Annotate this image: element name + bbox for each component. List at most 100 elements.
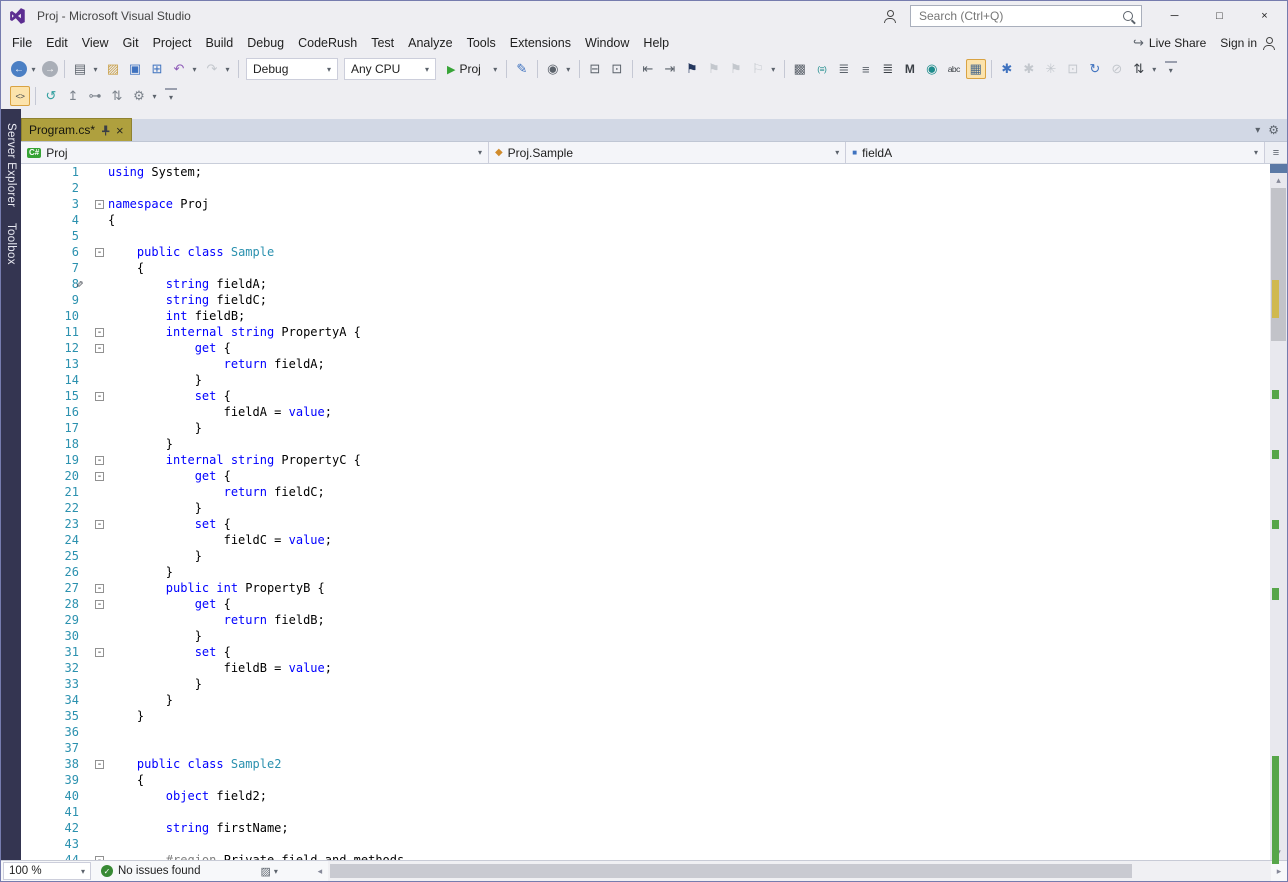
fold-margin[interactable]: - (91, 516, 108, 532)
code-text[interactable]: return fieldA; (108, 356, 1270, 372)
line-number[interactable]: 21 (21, 484, 79, 500)
code-line[interactable]: 20 - get { (21, 468, 1270, 484)
outline-view-icon[interactable]: ≣ (878, 59, 898, 79)
scroll-up-icon[interactable]: ▴ (1270, 173, 1287, 188)
collapse-region-icon[interactable]: - (95, 247, 104, 257)
code-line[interactable]: 1 using System; (21, 164, 1270, 180)
line-number[interactable]: 3 (21, 196, 79, 212)
line-number[interactable]: 12 (21, 340, 79, 356)
code-text[interactable]: fieldA = value; (108, 404, 1270, 420)
side-tab-toolbox[interactable]: Toolbox (5, 215, 17, 273)
collapse-region-icon[interactable]: - (95, 199, 104, 209)
code-markers-icon[interactable]: ▩ (790, 59, 810, 79)
open-file-icon[interactable]: ▨ (103, 59, 123, 79)
fold-margin[interactable] (91, 436, 108, 452)
fold-margin[interactable]: - (91, 756, 108, 772)
code-line[interactable]: 17 } (21, 420, 1270, 436)
line-number[interactable]: 14 (21, 372, 79, 388)
toolbar-overflow-icon[interactable]: ▾ (1164, 61, 1177, 77)
fold-margin[interactable]: - (91, 452, 108, 468)
menu-item-file[interactable]: File (5, 33, 39, 53)
duplicate-code-icon[interactable]: ⊡ (1063, 59, 1083, 79)
collapse-region-icon[interactable]: - (95, 519, 104, 529)
start-debugging-button[interactable]: ▶ Proj (441, 59, 489, 79)
issues-indicator[interactable]: ✓ No issues found (101, 865, 200, 877)
code-line[interactable]: 6 - public class Sample (21, 244, 1270, 260)
clear-bookmarks-icon[interactable]: ⚐ (748, 59, 768, 79)
line-number[interactable]: 41 (21, 804, 79, 820)
code-text[interactable] (108, 724, 1270, 740)
collapse-region-icon[interactable]: - (95, 455, 104, 465)
code-text[interactable]: { (108, 212, 1270, 228)
code-line[interactable]: 37 (21, 740, 1270, 756)
shortcut-key-icon[interactable]: ⊶ (85, 86, 105, 106)
fold-margin[interactable] (91, 708, 108, 724)
code-line[interactable]: 10 int fieldB; (21, 308, 1270, 324)
side-tab-server-explorer[interactable]: Server Explorer (5, 115, 17, 215)
code-line[interactable]: 3 - namespace Proj (21, 196, 1270, 212)
fold-margin[interactable] (91, 564, 108, 580)
window-layout-icon[interactable]: ⊟ (585, 59, 605, 79)
solution-configurations-combo[interactable]: Debug ▾ (246, 58, 338, 80)
code-line[interactable]: 33 } (21, 676, 1270, 692)
line-numbers-icon[interactable]: ≡ (856, 59, 876, 79)
sort-members-icon[interactable]: ⇅ (1129, 59, 1149, 79)
line-number[interactable]: 19 (21, 452, 79, 468)
collapse-region-icon[interactable]: - (95, 855, 104, 860)
line-number[interactable]: 43 (21, 836, 79, 852)
fold-margin[interactable] (91, 212, 108, 228)
fold-margin[interactable] (91, 228, 108, 244)
menu-item-window[interactable]: Window (578, 33, 636, 53)
type-dropdown[interactable]: ◆ Proj.Sample ▾ (489, 142, 847, 163)
sign-in-button[interactable]: Sign in (1220, 36, 1275, 50)
code-line[interactable]: 30 } (21, 628, 1270, 644)
code-line[interactable]: 4{ (21, 212, 1270, 228)
collapse-region-icon[interactable]: - (95, 599, 104, 609)
line-number[interactable]: 39 (21, 772, 79, 788)
line-number[interactable]: 28 (21, 596, 79, 612)
code-line[interactable]: 32 fieldB = value; (21, 660, 1270, 676)
code-line[interactable]: 29 return fieldB; (21, 612, 1270, 628)
code-text[interactable]: namespace Proj (108, 196, 1270, 212)
line-number[interactable]: 37 (21, 740, 79, 756)
line-number[interactable]: 33 (21, 676, 79, 692)
code-text[interactable] (108, 836, 1270, 852)
refresh-icon[interactable]: ↻ (1085, 59, 1105, 79)
code-text[interactable]: internal string PropertyC { (108, 452, 1270, 468)
code-text[interactable]: get { (108, 340, 1270, 356)
line-number[interactable]: 17 (21, 420, 79, 436)
line-number[interactable]: 4 (21, 212, 79, 228)
code-line[interactable]: 7 { (21, 260, 1270, 276)
code-text[interactable]: return fieldB; (108, 612, 1270, 628)
code-text[interactable]: string fieldA; (108, 276, 1270, 292)
line-number[interactable]: 9 (21, 292, 79, 308)
fold-margin[interactable]: - (91, 324, 108, 340)
fold-margin[interactable] (91, 628, 108, 644)
collapse-region-icon[interactable]: - (95, 391, 104, 401)
fold-margin[interactable]: - (91, 340, 108, 356)
code-text[interactable]: string firstName; (108, 820, 1270, 836)
fold-margin[interactable] (91, 740, 108, 756)
dropdown-caret-icon[interactable]: ▾ (29, 65, 38, 74)
project-dropdown[interactable]: C# Proj ▾ (21, 142, 489, 163)
fold-margin[interactable] (91, 692, 108, 708)
menu-item-git[interactable]: Git (116, 33, 146, 53)
line-number[interactable]: 29 (21, 612, 79, 628)
code-text[interactable]: } (108, 548, 1270, 564)
code-text[interactable]: string fieldC; (108, 292, 1270, 308)
search-box[interactable] (910, 5, 1142, 27)
line-number[interactable]: 23 (21, 516, 79, 532)
fold-margin[interactable]: - (91, 468, 108, 484)
fold-margin[interactable] (91, 836, 108, 852)
code-line[interactable]: 43 (21, 836, 1270, 852)
navigate-backward-icon[interactable]: ← (11, 61, 27, 77)
remove-and-sort-usings-icon[interactable]: ✳ (1041, 59, 1061, 79)
fold-margin[interactable] (91, 276, 108, 292)
line-number[interactable]: 7 (21, 260, 79, 276)
markdown-icon[interactable]: M (900, 59, 920, 79)
line-number[interactable]: 24 (21, 532, 79, 548)
code-line[interactable]: 39 { (21, 772, 1270, 788)
search-input[interactable] (917, 8, 1123, 24)
code-text[interactable]: } (108, 708, 1270, 724)
vertical-scrollbar[interactable]: ▴ ▾ (1270, 164, 1287, 864)
